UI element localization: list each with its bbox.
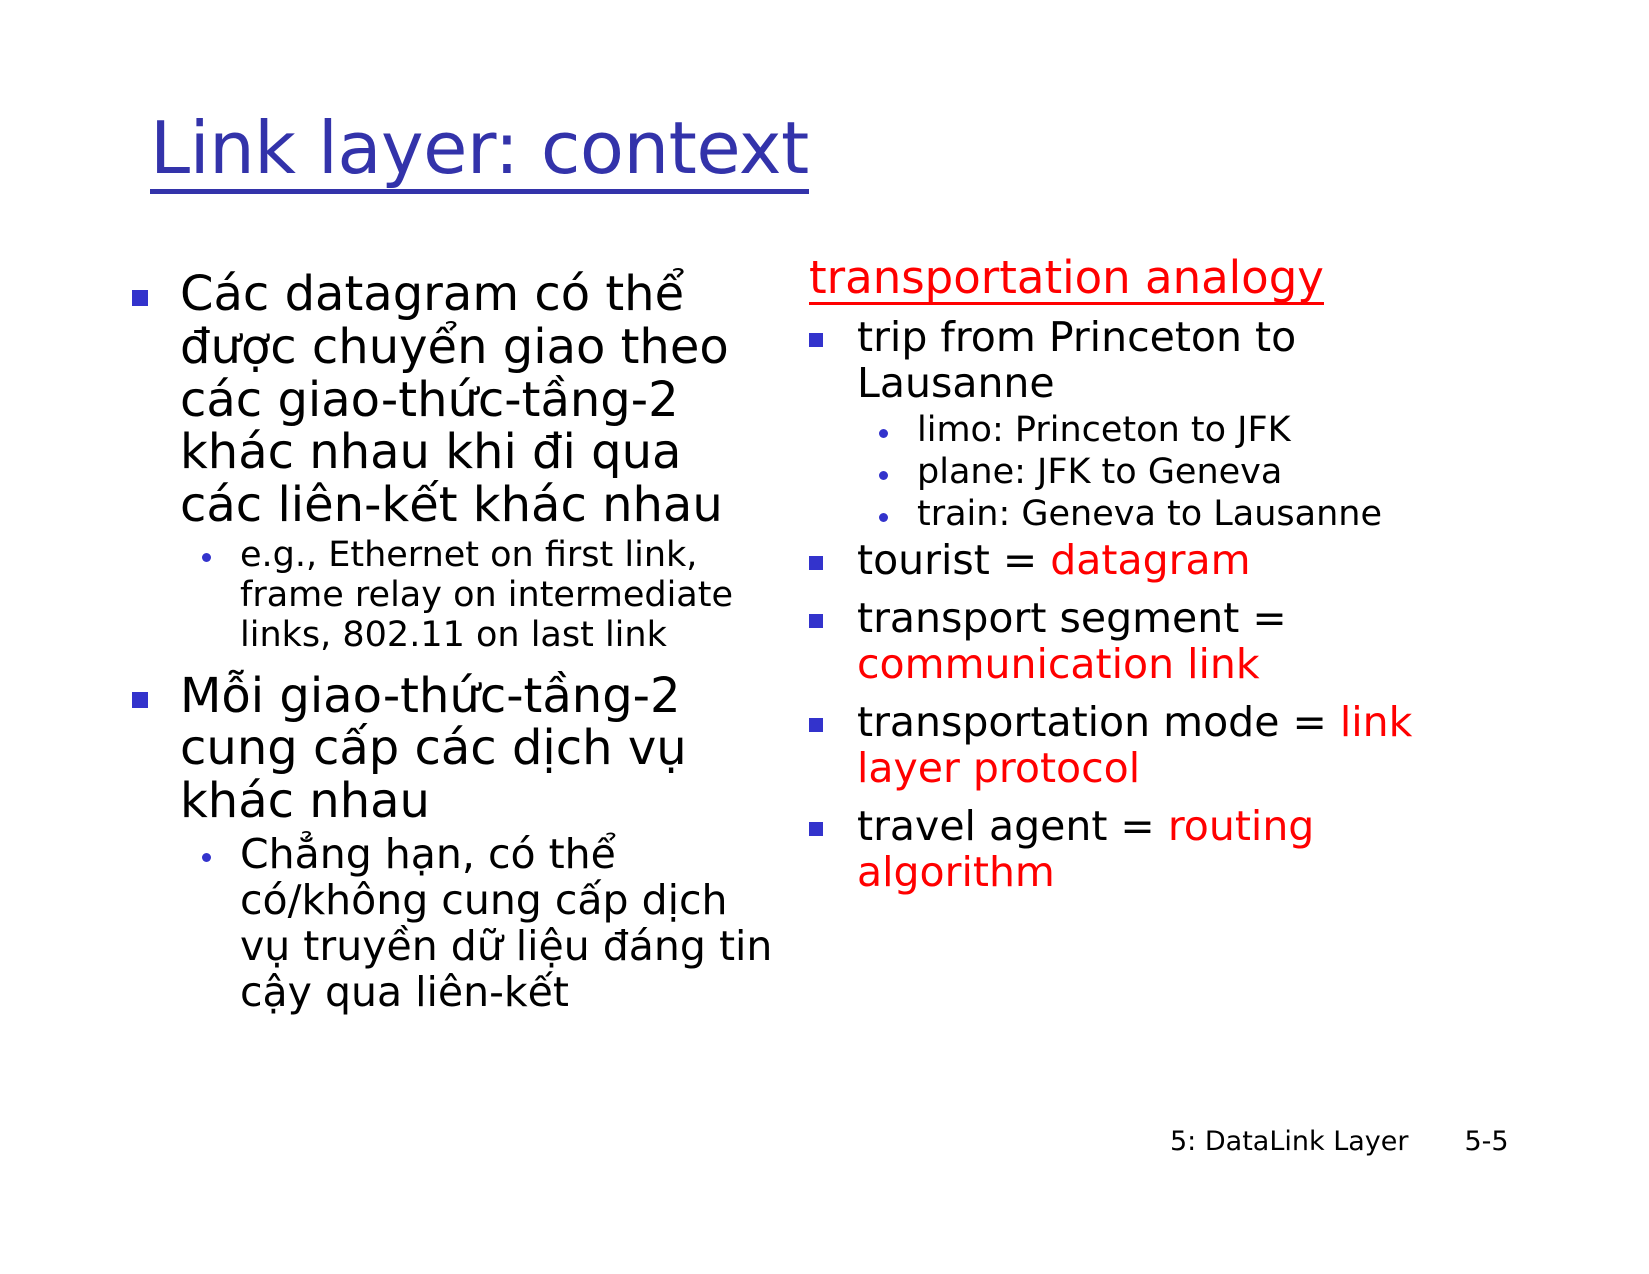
list-item: limo: Princeton to JFK bbox=[857, 409, 1495, 451]
footer-chapter-label: 5: DataLink Layer bbox=[1170, 1126, 1409, 1157]
footer-page-number: 5-5 bbox=[1464, 1126, 1509, 1157]
analogy-equivalent: datagram bbox=[1050, 536, 1251, 585]
left-sub-list: Chẳng hạn, có thể có/không cung cấp dịch… bbox=[180, 830, 778, 1016]
transportation-analogy-heading-text: transportation analogy bbox=[809, 251, 1324, 305]
bullet-text: Mỗi giao-thức-tầng-2 cung cấp các dịch v… bbox=[180, 667, 687, 830]
analogy-term: tourist = bbox=[857, 536, 1051, 585]
analogy-mapping: travel agent = routing algorithm bbox=[857, 802, 1495, 896]
square-bullet-icon bbox=[809, 822, 823, 837]
analogy-term: transportation mode = bbox=[857, 698, 1340, 747]
list-item: plane: JFK to Geneva bbox=[857, 451, 1495, 493]
list-item: transport segment = communication link bbox=[795, 594, 1495, 689]
list-item: trip from Princeton to Lausanne limo: Pr… bbox=[795, 313, 1495, 535]
sub-bullet-text: Chẳng hạn, có thể có/không cung cấp dịch… bbox=[240, 830, 773, 1016]
slide: Link layer: context Các datagram có thể … bbox=[0, 0, 1649, 1274]
square-bullet-icon bbox=[132, 691, 148, 708]
square-bullet-icon bbox=[809, 718, 823, 733]
square-bullet-icon bbox=[809, 556, 823, 571]
analogy-equivalent: communication link bbox=[857, 640, 1260, 689]
left-sub-list: e.g., Ethernet on first link, frame rela… bbox=[180, 534, 778, 656]
sub-bullet-text: limo: Princeton to JFK bbox=[917, 409, 1291, 450]
dot-bullet-icon bbox=[879, 512, 888, 522]
dot-bullet-icon bbox=[202, 853, 211, 863]
page-title-text: Link layer: context bbox=[150, 111, 809, 195]
analogy-mapping: tourist = datagram bbox=[857, 538, 1495, 584]
dot-bullet-icon bbox=[202, 552, 211, 562]
analogy-term: transport segment = bbox=[857, 594, 1287, 643]
analogy-mapping: transport segment = communication link bbox=[857, 594, 1495, 689]
bullet-text: trip from Princeton to Lausanne bbox=[857, 313, 1297, 407]
list-item: Chẳng hạn, có thể có/không cung cấp dịch… bbox=[180, 830, 778, 1016]
transportation-analogy-heading: transportation analogy bbox=[809, 255, 1495, 305]
page-title: Link layer: context bbox=[150, 111, 1510, 195]
list-item: travel agent = routing algorithm bbox=[795, 802, 1495, 896]
square-bullet-icon bbox=[809, 333, 823, 347]
list-item: Các datagram có thể được chuyển giao the… bbox=[118, 268, 778, 656]
list-item: train: Geneva to Lausanne bbox=[857, 493, 1495, 535]
list-item: Mỗi giao-thức-tầng-2 cung cấp các dịch v… bbox=[118, 667, 778, 1016]
right-content-column: transportation analogy trip from Princet… bbox=[795, 255, 1495, 908]
list-item: tourist = datagram bbox=[795, 538, 1495, 584]
square-bullet-icon bbox=[809, 614, 823, 629]
dot-bullet-icon bbox=[879, 470, 888, 480]
dot-bullet-icon bbox=[879, 428, 888, 438]
list-item: transportation mode = link layer protoco… bbox=[795, 698, 1495, 792]
sub-bullet-text: plane: JFK to Geneva bbox=[917, 451, 1283, 492]
analogy-mapping: transportation mode = link layer protoco… bbox=[857, 698, 1495, 792]
left-bullet-list: Các datagram có thể được chuyển giao the… bbox=[118, 268, 778, 1016]
square-bullet-icon bbox=[132, 290, 148, 306]
slide-footer: 5: DataLink Layer 5-5 bbox=[1170, 1126, 1509, 1157]
bullet-text: Các datagram có thể được chuyển giao the… bbox=[180, 266, 729, 534]
trip-leg-list: limo: Princeton to JFK plane: JFK to Gen… bbox=[857, 409, 1495, 535]
sub-bullet-text: train: Geneva to Lausanne bbox=[917, 493, 1383, 534]
list-item: e.g., Ethernet on first link, frame rela… bbox=[180, 534, 778, 656]
analogy-term: travel agent = bbox=[857, 802, 1168, 851]
right-bullet-list: trip from Princeton to Lausanne limo: Pr… bbox=[795, 313, 1495, 896]
sub-bullet-text: e.g., Ethernet on first link, frame rela… bbox=[240, 534, 734, 655]
left-content-column: Các datagram có thể được chuyển giao the… bbox=[118, 268, 778, 1020]
